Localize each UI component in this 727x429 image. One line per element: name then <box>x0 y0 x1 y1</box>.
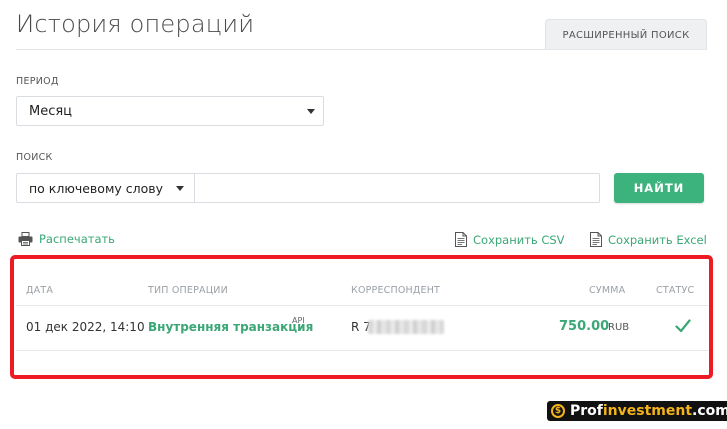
watermark-part1: Prof <box>570 403 603 419</box>
column-header-amount: СУММА <box>589 285 626 296</box>
watermark-logo: $ Prof investment .com <box>547 401 727 421</box>
column-header-date: ДАТА <box>26 285 54 296</box>
save-csv-label: Сохранить CSV <box>473 232 565 247</box>
save-excel-label: Сохранить Excel <box>608 232 707 247</box>
table-bottom-divider <box>16 350 708 351</box>
save-csv-link[interactable]: Сохранить CSV <box>455 232 565 247</box>
row-api-badge: API <box>292 316 305 325</box>
period-select-value: Месяц <box>29 104 73 119</box>
table-highlight-frame <box>10 255 713 379</box>
row-currency: RUB <box>608 322 630 333</box>
coin-icon: $ <box>551 404 565 418</box>
row-date: 01 дек 2022, 14:10 <box>26 320 145 334</box>
watermark-part2: investment <box>602 403 693 419</box>
document-excel-icon <box>590 232 602 247</box>
row-operation-type[interactable]: Внутренняя транзакция <box>148 320 313 334</box>
period-select[interactable]: Месяц <box>16 96 324 126</box>
header-divider <box>16 49 707 50</box>
advanced-search-tab[interactable]: РАСШИРЕННЫЙ ПОИСК <box>545 19 707 50</box>
row-amount: 750.00 <box>559 319 610 334</box>
search-type-select[interactable]: по ключевому слову <box>16 173 194 203</box>
table-divider <box>16 305 708 306</box>
column-header-correspondent: КОРРЕСПОНДЕНТ <box>351 285 441 296</box>
search-label: ПОИСК <box>16 152 53 163</box>
watermark-part3: .com <box>692 403 727 419</box>
row-correspondent-blurred <box>368 320 444 334</box>
print-link[interactable]: Распечатать <box>18 232 115 246</box>
page-title: История операций <box>16 10 255 38</box>
column-header-status: СТАТУС <box>656 285 695 296</box>
search-type-value: по ключевому слову <box>29 181 164 196</box>
save-excel-link[interactable]: Сохранить Excel <box>590 232 707 247</box>
printer-icon <box>18 232 33 246</box>
status-check-icon <box>675 318 691 337</box>
chevron-down-icon <box>307 109 315 114</box>
period-label: ПЕРИОД <box>16 76 59 87</box>
document-csv-icon <box>455 232 467 247</box>
column-header-type: ТИП ОПЕРАЦИИ <box>148 285 228 296</box>
search-input[interactable] <box>194 173 600 203</box>
chevron-down-icon <box>176 186 184 191</box>
find-button[interactable]: НАЙТИ <box>614 173 704 203</box>
print-link-label: Распечатать <box>39 232 115 246</box>
